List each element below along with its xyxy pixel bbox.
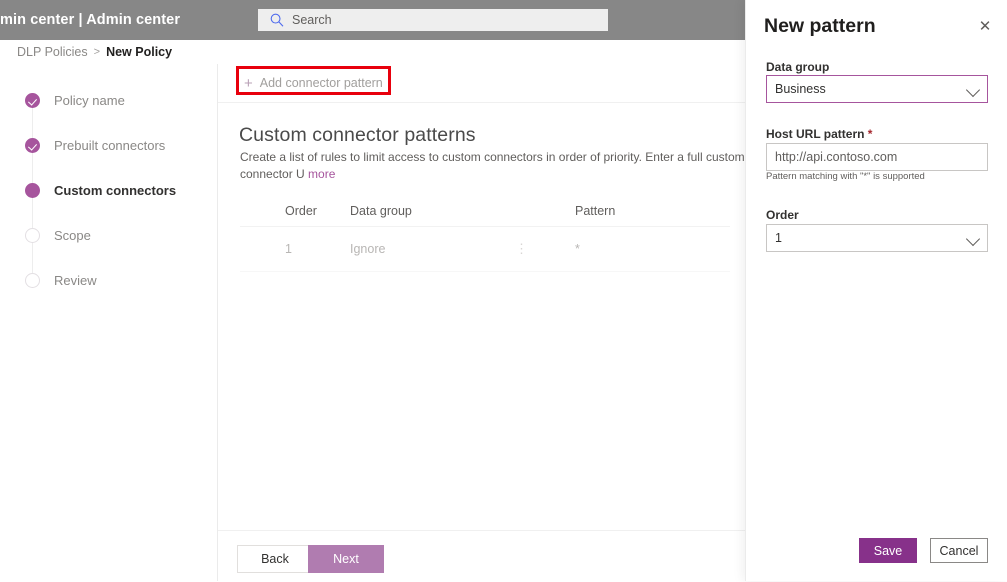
search-box[interactable] [258, 9, 608, 31]
chevron-down-icon [965, 231, 981, 247]
step-status-done-icon [25, 92, 40, 108]
main-content: + Add connector pattern Custom connector… [218, 64, 745, 581]
sidebar-item-review[interactable]: Review [25, 270, 97, 290]
data-group-selected-value: Business [775, 82, 826, 96]
column-header-data-group: Data group [350, 204, 412, 218]
cell-pattern: * [575, 242, 580, 256]
learn-more-link[interactable]: more [308, 167, 335, 181]
table-header-row: Order Data group Pattern [240, 196, 730, 227]
sidebar-item-scope[interactable]: Scope [25, 225, 91, 245]
order-label: Order [766, 208, 799, 222]
add-connector-pattern-label: Add connector pattern [259, 76, 383, 90]
cancel-button[interactable]: Cancel [930, 538, 988, 563]
cell-order: 1 [285, 242, 292, 256]
breadcrumb: DLP Policies > New Policy [0, 40, 745, 64]
save-button[interactable]: Save [859, 538, 917, 563]
custom-connector-patterns-table: Order Data group Pattern 1 Ignore ⋮ * [240, 196, 730, 272]
sidebar-item-label: Policy name [54, 92, 125, 108]
host-url-pattern-label-text: Host URL pattern [766, 127, 865, 141]
sidebar-item-prebuilt-connectors[interactable]: Prebuilt connectors [25, 135, 165, 155]
page-title: Custom connector patterns [239, 124, 476, 146]
step-status-todo-icon [25, 272, 40, 288]
column-header-order: Order [285, 204, 317, 218]
step-status-current-icon [25, 182, 40, 198]
breadcrumb-separator-icon: > [93, 46, 101, 58]
add-connector-pattern-button[interactable]: + Add connector pattern [240, 71, 387, 95]
new-pattern-panel: New pattern ✕ Data group Business Host U… [745, 0, 1007, 581]
host-url-pattern-input[interactable] [766, 143, 988, 171]
section-description: Create a list of rules to limit access t… [240, 149, 770, 183]
plus-icon: + [244, 74, 253, 92]
chevron-down-icon [965, 82, 981, 98]
wizard-footer: Back Next [218, 530, 745, 582]
panel-title: New pattern [764, 15, 876, 37]
sidebar-item-label: Review [54, 272, 97, 288]
host-url-pattern-label: Host URL pattern * [766, 127, 872, 141]
more-vertical-icon[interactable]: ⋮ [515, 241, 575, 256]
host-url-pattern-hint: Pattern matching with "*" is supported [766, 171, 925, 182]
column-header-pattern: Pattern [575, 204, 616, 218]
command-bar: + Add connector pattern [218, 64, 745, 103]
search-input[interactable] [292, 13, 582, 27]
app-header: min center | Admin center [0, 0, 745, 40]
order-selected-value: 1 [775, 231, 782, 245]
more-vertical-glyph: ⋮ [515, 241, 528, 256]
order-dropdown[interactable]: 1 [766, 224, 988, 252]
cell-data-group: Ignore [350, 242, 386, 256]
sidebar-item-policy-name[interactable]: Policy name [25, 90, 125, 110]
next-button[interactable]: Next [308, 545, 384, 573]
sidebar-item-label: Scope [54, 227, 91, 243]
back-button[interactable]: Back [237, 545, 313, 573]
breadcrumb-item-new-policy: New Policy [106, 45, 173, 59]
search-icon [270, 13, 284, 27]
app-title: min center | Admin center [0, 12, 181, 28]
table-row[interactable]: 1 Ignore ⋮ * [240, 227, 730, 272]
close-icon[interactable]: ✕ [975, 17, 995, 37]
sidebar-item-label: Prebuilt connectors [54, 137, 166, 153]
step-status-done-icon [25, 137, 40, 153]
data-group-dropdown[interactable]: Business [766, 75, 988, 103]
required-marker: * [867, 127, 873, 141]
wizard-step-rail: Policy name Prebuilt connectors Custom c… [0, 64, 218, 581]
sidebar-item-label: Custom connectors [54, 182, 177, 198]
data-group-label: Data group [766, 60, 830, 74]
breadcrumb-item-dlp-policies[interactable]: DLP Policies [17, 45, 88, 59]
step-status-todo-icon [25, 227, 40, 243]
sidebar-item-custom-connectors[interactable]: Custom connectors [25, 180, 176, 200]
